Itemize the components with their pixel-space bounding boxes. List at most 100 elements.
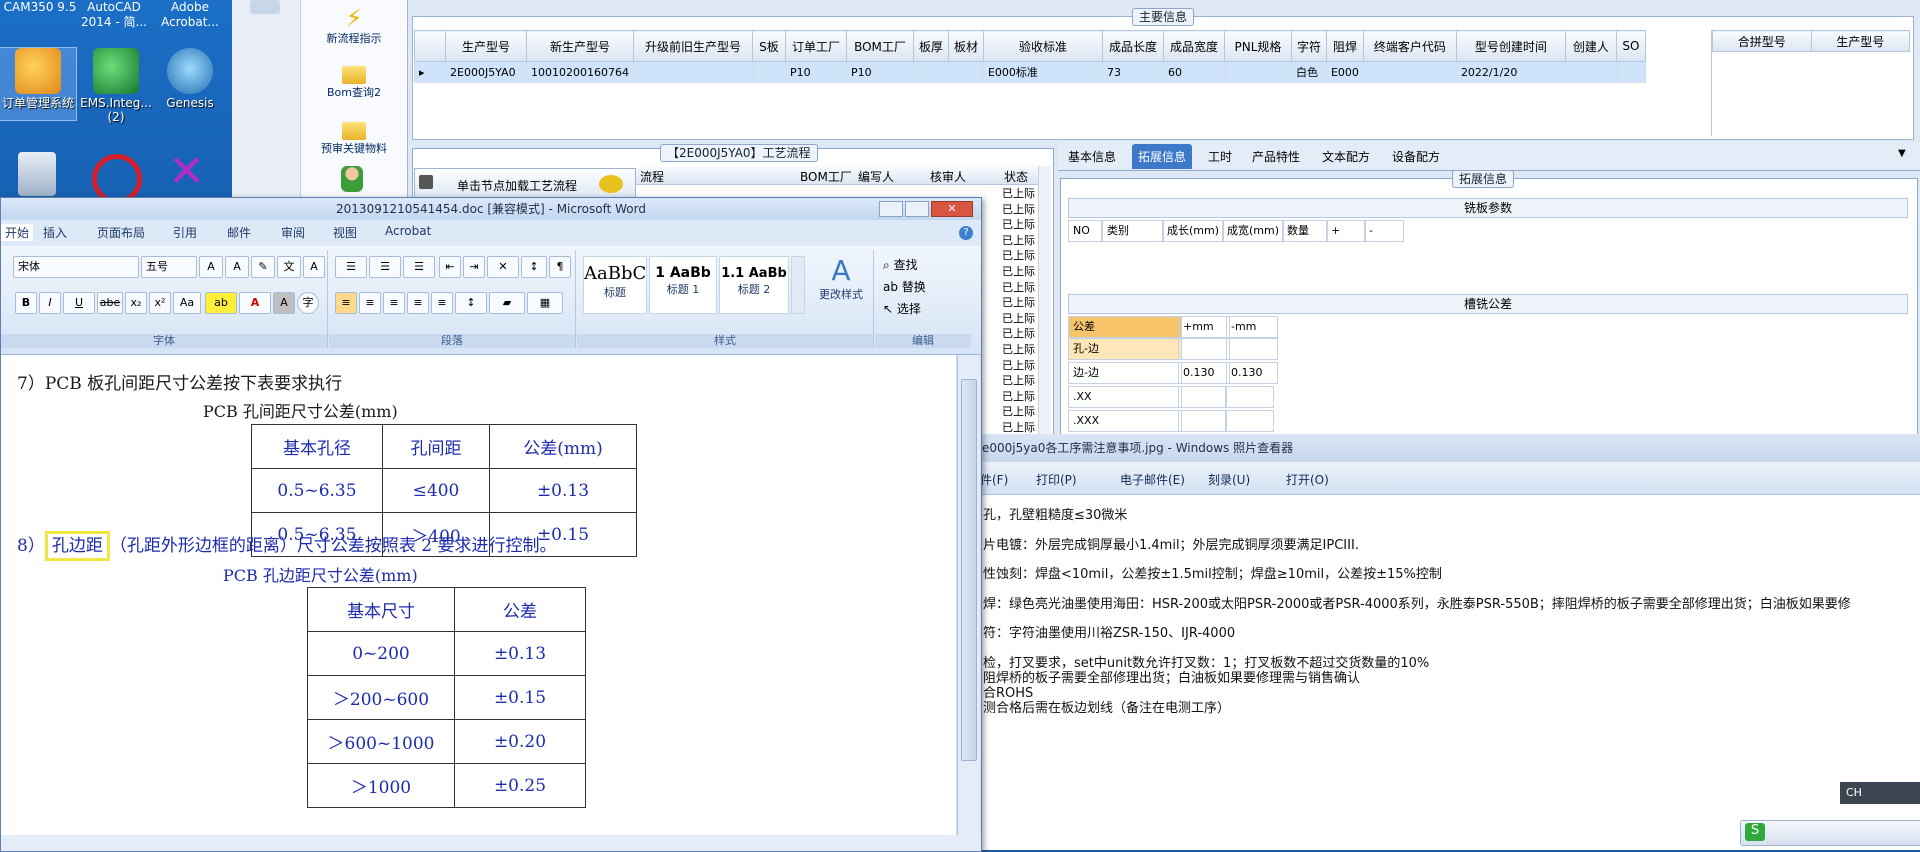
- select-button[interactable]: ↖ 选择: [883, 300, 921, 317]
- distribute-button[interactable]: ≡: [431, 292, 453, 314]
- col-header[interactable]: 创建人: [1564, 30, 1617, 62]
- cell[interactable]: [1564, 61, 1617, 83]
- style-title[interactable]: AaBbC 标题: [583, 256, 647, 314]
- cell[interactable]: [1226, 410, 1274, 432]
- tab-view[interactable]: 视图: [333, 224, 357, 241]
- table-cell[interactable]: 公差(mm): [489, 424, 637, 469]
- table-row[interactable]: ▸ 2E000J5YA0 10010200160764 P10 P10 E000…: [414, 61, 1646, 83]
- cell[interactable]: .XXX: [1068, 410, 1182, 432]
- col-header[interactable]: 阻焊: [1325, 30, 1364, 62]
- change-styles-button[interactable]: A 更改样式: [813, 256, 869, 326]
- font-color-button[interactable]: A: [239, 292, 271, 314]
- clear-format-button[interactable]: ✎: [251, 256, 275, 278]
- style-heading1[interactable]: 1 AaBb 标题 1: [649, 256, 717, 314]
- user-icon[interactable]: [341, 166, 363, 192]
- bullets-button[interactable]: ☰: [335, 256, 367, 278]
- col-header[interactable]: PNL规格: [1223, 30, 1292, 62]
- col-header[interactable]: NO: [1068, 220, 1102, 242]
- find-button[interactable]: ⌕ 查找: [883, 256, 918, 273]
- menu-file[interactable]: 件(F): [980, 471, 1008, 488]
- table-cell[interactable]: ±0.25: [454, 763, 586, 808]
- col-header[interactable]: 生产型号: [445, 30, 527, 62]
- col-header[interactable]: SO: [1615, 30, 1646, 62]
- col-header[interactable]: 核审人: [930, 168, 966, 185]
- increase-indent-button[interactable]: ⇥: [463, 256, 485, 278]
- table-cell[interactable]: ＞200~600: [307, 675, 455, 720]
- col-header[interactable]: BOM工厂: [800, 168, 852, 185]
- underline-button[interactable]: U: [63, 292, 95, 314]
- col-header[interactable]: 板材: [947, 30, 984, 62]
- col-header[interactable]: 终端客户代码: [1362, 30, 1457, 62]
- col-header[interactable]: 验收标准: [982, 30, 1103, 62]
- cell[interactable]: 0.130: [1178, 362, 1230, 384]
- multilevel-button[interactable]: ☰: [403, 256, 435, 278]
- decrease-indent-button[interactable]: ⇤: [439, 256, 461, 278]
- col-header[interactable]: 生产型号: [1810, 30, 1910, 52]
- cell[interactable]: 白色: [1290, 61, 1327, 83]
- table-cell[interactable]: 基本尺寸: [307, 587, 455, 632]
- grow-font-button[interactable]: A: [199, 256, 223, 278]
- sort-button[interactable]: ↕: [521, 256, 547, 278]
- menu-print[interactable]: 打印(P): [1036, 471, 1077, 488]
- cell[interactable]: [632, 61, 753, 83]
- cell[interactable]: [1178, 386, 1226, 408]
- tab-layout[interactable]: 页面布局: [97, 224, 145, 241]
- maximize-button[interactable]: [905, 201, 929, 217]
- desktop-label-autocad[interactable]: AutoCAD 2014 - 简...: [80, 0, 148, 30]
- cell[interactable]: [1226, 386, 1274, 408]
- borders-button[interactable]: ▦: [527, 292, 563, 314]
- cell[interactable]: E000标准: [982, 61, 1103, 83]
- strikethrough-button[interactable]: abe: [97, 292, 123, 314]
- tab-basic-info[interactable]: 基本信息: [1068, 148, 1116, 165]
- cell[interactable]: 10010200160764: [526, 61, 634, 83]
- align-right-button[interactable]: ≡: [383, 292, 405, 314]
- col-header[interactable]: 编写人: [858, 168, 894, 185]
- cell[interactable]: 边-边: [1068, 362, 1182, 384]
- table-cell[interactable]: ±0.15: [454, 675, 586, 720]
- col-header[interactable]: 类别: [1102, 220, 1164, 242]
- table-cell[interactable]: ＞1000: [307, 763, 455, 808]
- cell[interactable]: [1615, 61, 1646, 83]
- tool-pre-review[interactable]: 预审关键物料: [301, 118, 407, 156]
- tab-mailings[interactable]: 邮件: [227, 224, 251, 241]
- col-header[interactable]: 成品长度: [1101, 30, 1164, 62]
- font-size-select[interactable]: 五号: [141, 256, 197, 278]
- ime-indicator[interactable]: CH: [1840, 782, 1920, 804]
- cell[interactable]: [1226, 338, 1278, 360]
- col-header[interactable]: 升级前旧生产型号: [632, 30, 753, 62]
- tab-review[interactable]: 审阅: [281, 224, 305, 241]
- desktop-icon-genesis[interactable]: Genesis: [152, 48, 228, 120]
- col-header[interactable]: 成品宽度: [1162, 30, 1225, 62]
- tab-work-hours[interactable]: 工时: [1208, 148, 1232, 165]
- align-left-button[interactable]: ≡: [335, 292, 357, 314]
- chinese-layout-button[interactable]: ✕: [487, 256, 519, 278]
- styles-scroll[interactable]: [791, 256, 805, 314]
- table-cell[interactable]: 0~200: [307, 631, 455, 676]
- cell[interactable]: E000: [1325, 61, 1364, 83]
- table-cell[interactable]: 公差: [454, 587, 586, 632]
- help-icon[interactable]: ?: [959, 226, 973, 240]
- replace-button[interactable]: ab 替换: [883, 278, 926, 295]
- table-cell[interactable]: ＞600~1000: [307, 719, 455, 764]
- process-scrollbar[interactable]: [1038, 166, 1051, 438]
- table-cell[interactable]: 基本孔径: [251, 424, 383, 469]
- tab-product-features[interactable]: 产品特性: [1252, 148, 1300, 165]
- menu-burn[interactable]: 刻录(U): [1208, 471, 1250, 488]
- show-marks-button[interactable]: ¶: [549, 256, 571, 278]
- col-header[interactable]: 数量: [1282, 220, 1328, 242]
- phonetic-button[interactable]: 文: [277, 256, 301, 278]
- cell[interactable]: 2022/1/20: [1455, 61, 1566, 83]
- style-heading2[interactable]: 1.1 AaBb 标题 2: [719, 256, 789, 314]
- tool-bom-query[interactable]: Bom查询2: [301, 62, 407, 100]
- tab-ext-info[interactable]: 拓展信息: [1132, 144, 1193, 169]
- desktop-icon-ems[interactable]: EMS.Integ... (2): [78, 48, 154, 134]
- table-cell[interactable]: 孔间距: [382, 424, 490, 469]
- cell[interactable]: 0.130: [1226, 362, 1278, 384]
- cell[interactable]: [947, 61, 984, 83]
- ime-toolbar[interactable]: S: [1740, 820, 1920, 846]
- cell[interactable]: [1178, 338, 1230, 360]
- recycle-bin-icon[interactable]: [18, 152, 56, 196]
- cell[interactable]: [751, 61, 786, 83]
- table-cell[interactable]: ≤400: [382, 468, 490, 513]
- desktop-label-cam350[interactable]: CAM350 9.5: [2, 0, 78, 14]
